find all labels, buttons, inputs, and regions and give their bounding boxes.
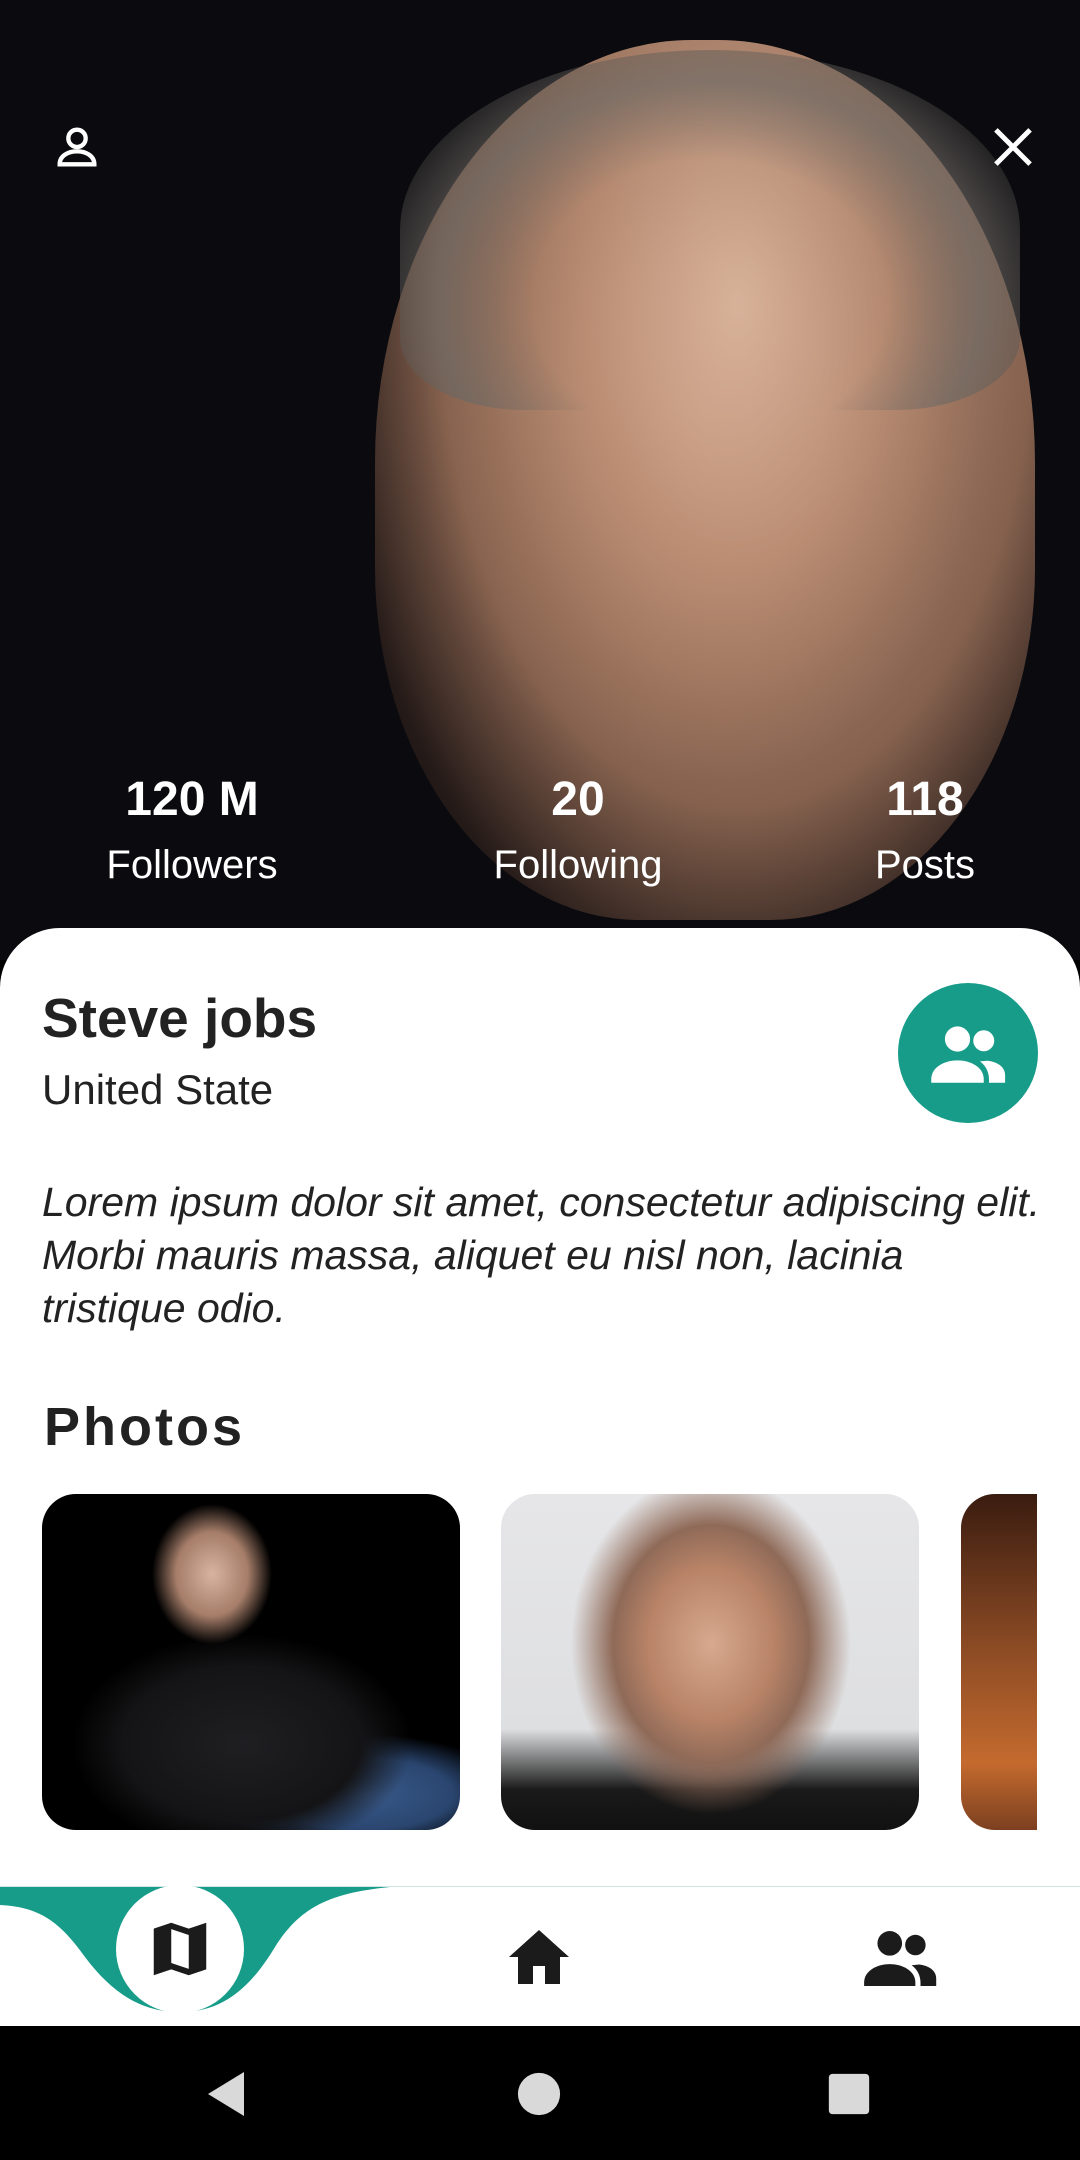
- photos-heading: Photos: [44, 1397, 245, 1457]
- follow-button[interactable]: [898, 983, 1038, 1123]
- stat-posts[interactable]: 118 Posts: [775, 765, 1075, 895]
- nav-people[interactable]: [858, 1915, 942, 1999]
- people-icon: [931, 1026, 1006, 1083]
- map-icon: [153, 1922, 207, 1976]
- stat-followers[interactable]: 120 M Followers: [42, 765, 342, 895]
- photo-thumbnail[interactable]: [501, 1494, 919, 1830]
- person-outline-icon[interactable]: [42, 112, 112, 182]
- back-icon[interactable]: [196, 2066, 256, 2122]
- profile-card: Steve jobs United State Lorem ipsum dolo…: [0, 928, 1080, 1888]
- recents-icon[interactable]: [819, 2066, 879, 2122]
- stat-value: 118: [886, 773, 964, 826]
- stat-value: 20: [551, 773, 605, 826]
- nav-home[interactable]: [497, 1915, 581, 1999]
- home-circle-icon[interactable]: [509, 2066, 569, 2122]
- nav-map[interactable]: [116, 1885, 244, 2013]
- profile-hero-image: 120 M Followers 20 Following 118 Posts: [0, 0, 1080, 960]
- photo-thumbnail[interactable]: [961, 1494, 1037, 1830]
- profile-bio: Lorem ipsum dolor sit amet, consectetur …: [42, 1179, 1041, 1331]
- stat-following[interactable]: 20 Following: [428, 765, 728, 895]
- stat-value: 120 M: [125, 773, 259, 826]
- photo-thumbnail[interactable]: [42, 1494, 460, 1830]
- profile-location: United State: [42, 1066, 274, 1113]
- portrait-hair: [400, 50, 1020, 410]
- stat-label: Followers: [106, 843, 278, 887]
- home-icon: [509, 1930, 569, 1984]
- system-navigation-bar: [0, 2026, 1080, 2160]
- bottom-navigation: [0, 1885, 1080, 2027]
- close-icon[interactable]: [978, 112, 1048, 182]
- profile-name: Steve jobs: [42, 987, 318, 1049]
- people-icon: [864, 1931, 937, 1987]
- stat-label: Following: [493, 843, 663, 887]
- stat-label: Posts: [874, 843, 976, 887]
